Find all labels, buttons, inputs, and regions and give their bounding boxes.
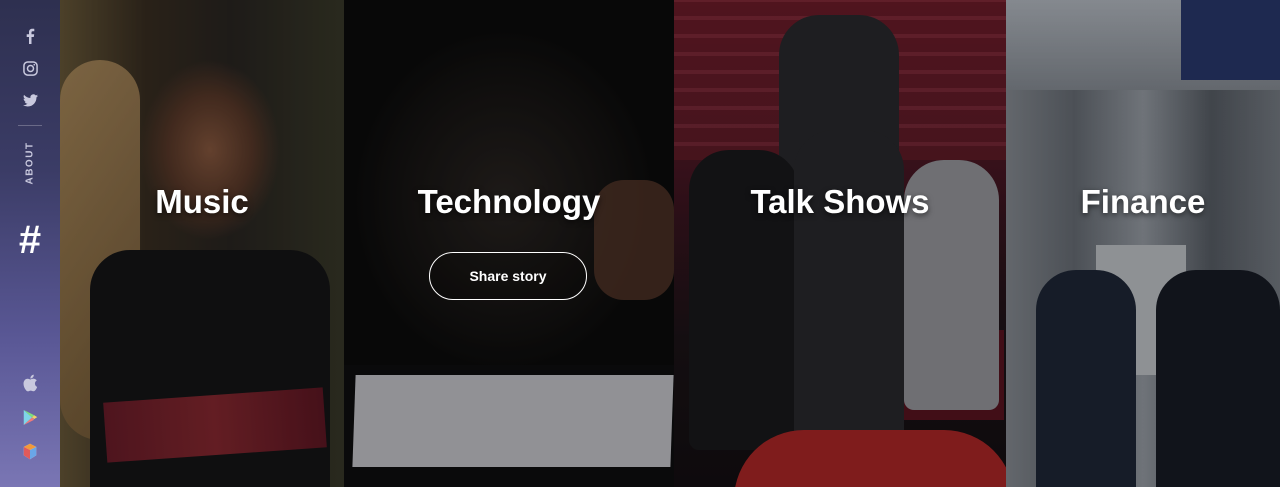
about-label: ABOUT bbox=[24, 141, 36, 185]
panel-talk-shows[interactable]: Talk Shows bbox=[674, 0, 1006, 487]
sidebar: ABOUT # bbox=[0, 0, 60, 487]
facebook-icon[interactable] bbox=[18, 24, 42, 48]
instagram-icon[interactable] bbox=[18, 56, 42, 80]
panel-overlay bbox=[1006, 0, 1280, 487]
panel-technology[interactable]: Technology Share story bbox=[344, 0, 674, 487]
twitter-icon[interactable] bbox=[18, 88, 42, 112]
share-story-button[interactable]: Share story bbox=[429, 252, 587, 300]
about-link[interactable]: ABOUT bbox=[18, 140, 42, 186]
panel-title-technology: Technology bbox=[417, 183, 601, 220]
panel-overlay bbox=[674, 0, 1006, 487]
app-root: ABOUT # Music Technology Share story Tal… bbox=[0, 0, 1280, 487]
google-play-icon[interactable] bbox=[18, 405, 42, 429]
sidebar-divider bbox=[18, 125, 42, 126]
amazon-appstore-icon[interactable] bbox=[18, 439, 42, 463]
panel-finance[interactable]: Finance bbox=[1006, 0, 1280, 487]
panel-overlay bbox=[344, 0, 674, 487]
panel-title-finance: Finance bbox=[1080, 183, 1206, 220]
apple-icon[interactable] bbox=[18, 371, 42, 395]
panel-title-talk-shows: Talk Shows bbox=[750, 183, 930, 220]
panel-overlay bbox=[60, 0, 344, 487]
panel-title-music: Music bbox=[155, 183, 249, 220]
panel-music[interactable]: Music bbox=[60, 0, 344, 487]
logo-hash-icon[interactable]: # bbox=[12, 218, 48, 262]
